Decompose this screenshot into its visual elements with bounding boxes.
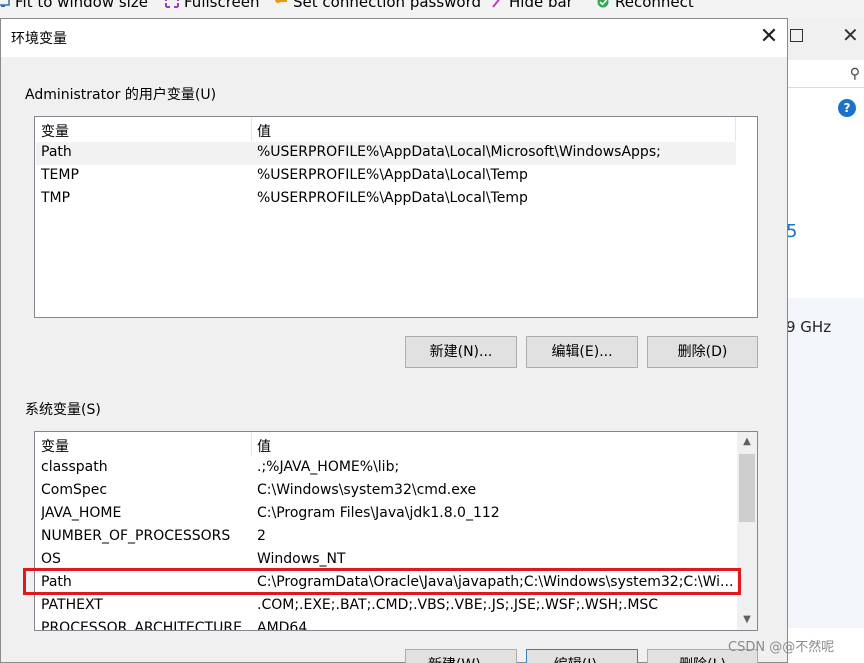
table-row[interactable]: PATHEXT .COM;.EXE;.BAT;.CMD;.VBS;.VBE;.J… [36, 595, 736, 618]
user-variables-list[interactable]: 变量 值 Path %USERPROFILE%\AppData\Local\Mi… [34, 116, 758, 318]
background-window: ✕ ⚲ ? 5 9 GHz [786, 18, 864, 663]
vertical-scrollbar[interactable]: ▲ ▼ [737, 432, 757, 630]
user-delete-button[interactable]: 删除(D) [647, 336, 758, 368]
path-highlight-box [23, 568, 741, 595]
reconnect-icon [597, 0, 609, 8]
remote-toolbar: Fit to window size Fullscreen Set connec… [0, 0, 864, 18]
scroll-down-icon[interactable]: ▼ [737, 610, 757, 630]
variable-name: TEMP [41, 167, 79, 183]
scroll-up-icon[interactable]: ▲ [737, 432, 757, 452]
table-row[interactable]: TMP %USERPROFILE%\AppData\Local\Temp [36, 188, 736, 211]
user-variables-header: 变量 值 [35, 117, 757, 141]
variable-value: AMD64 [257, 620, 308, 631]
monitor-icon [0, 0, 10, 7]
system-variables-label: 系统变量(S) [25, 402, 101, 418]
reconnect-button[interactable]: Reconnect [596, 0, 694, 11]
variable-value: 2 [257, 528, 266, 544]
user-edit-button[interactable]: 编辑(E)... [526, 336, 638, 368]
variable-name: NUMBER_OF_PROCESSORS [41, 528, 231, 544]
column-header-value[interactable]: 值 [257, 121, 271, 141]
column-separator[interactable] [251, 432, 252, 456]
key-icon [275, 0, 287, 3]
close-icon[interactable]: ✕ [753, 21, 785, 53]
watermark: CSDN @@不然呢 [728, 640, 835, 655]
set-password-button[interactable]: Set connection password [274, 0, 481, 11]
variable-value: %USERPROFILE%\AppData\Local\Temp [257, 167, 528, 183]
background-panel [786, 298, 864, 628]
variable-name: OS [41, 551, 61, 567]
pin-icon [492, 0, 500, 8]
column-header-variable[interactable]: 变量 [41, 121, 69, 141]
variable-value: .COM;.EXE;.BAT;.CMD;.VBS;.VBE;.JS;.JSE;.… [257, 597, 659, 613]
variable-value: C:\Program Files\Java\jdk1.8.0_112 [257, 505, 500, 521]
variable-name: ComSpec [41, 482, 108, 498]
variable-name: PROCESSOR_ARCHITECTURE [41, 620, 242, 631]
user-new-button[interactable]: 新建(N)... [405, 336, 517, 368]
background-window-titlebar: ✕ [786, 18, 864, 60]
maximize-icon[interactable] [790, 29, 803, 42]
background-cpu-speed: 9 GHz [786, 318, 832, 336]
table-row[interactable]: ComSpec C:\Windows\system32\cmd.exe [36, 480, 736, 503]
table-row[interactable]: NUMBER_OF_PROCESSORS 2 [36, 526, 736, 549]
table-row[interactable]: JAVA_HOME C:\Program Files\Java\jdk1.8.0… [36, 503, 736, 526]
table-row[interactable]: TEMP %USERPROFILE%\AppData\Local\Temp [36, 165, 736, 188]
variable-name: PATHEXT [41, 597, 103, 613]
fit-to-window-button[interactable]: Fit to window size [0, 0, 148, 11]
variable-name: classpath [41, 459, 108, 475]
system-variables-list[interactable]: 变量 值 classpath .;%JAVA_HOME%\lib; ComSpe… [34, 431, 758, 631]
variable-name: Path [41, 144, 72, 160]
system-new-button[interactable]: 新建(W)... [405, 649, 517, 663]
dialog-titlebar: 环境变量 ✕ [1, 19, 787, 57]
column-header-value[interactable]: 值 [257, 436, 271, 456]
scroll-thumb[interactable] [739, 454, 755, 522]
close-icon[interactable]: ✕ [842, 23, 859, 47]
variable-name: JAVA_HOME [41, 505, 122, 521]
table-row[interactable]: classpath .;%JAVA_HOME%\lib; [36, 457, 736, 480]
dialog-title: 环境变量 [11, 31, 67, 47]
table-row[interactable]: PROCESSOR_ARCHITECTURE AMD64 [36, 618, 736, 631]
column-header-variable[interactable]: 变量 [41, 436, 69, 456]
system-variables-header: 变量 值 [35, 432, 757, 456]
variable-value: .;%JAVA_HOME%\lib; [257, 459, 400, 475]
environment-variables-dialog: 环境变量 ✕ Administrator 的用户变量(U) 变量 值 Path … [0, 18, 788, 663]
fullscreen-button[interactable]: Fullscreen [165, 0, 260, 11]
system-edit-button[interactable]: 编辑(I)... [526, 649, 638, 663]
user-variables-label: Administrator 的用户变量(U) [25, 87, 217, 103]
column-separator[interactable] [735, 117, 736, 141]
help-icon[interactable]: ? [838, 99, 856, 117]
fullscreen-icon [165, 0, 179, 8]
variable-value: C:\Windows\system32\cmd.exe [257, 482, 477, 498]
variable-value: Windows_NT [257, 551, 346, 567]
table-row[interactable]: Path %USERPROFILE%\AppData\Local\Microso… [36, 142, 736, 165]
background-search-box[interactable]: ⚲ [786, 60, 864, 88]
variable-name: TMP [41, 190, 71, 206]
hide-bar-button[interactable]: Hide bar [490, 0, 573, 11]
variable-value: %USERPROFILE%\AppData\Local\Microsoft\Wi… [257, 144, 661, 160]
column-separator[interactable] [251, 117, 252, 141]
variable-value: %USERPROFILE%\AppData\Local\Temp [257, 190, 528, 206]
search-icon: ⚲ [849, 66, 860, 82]
